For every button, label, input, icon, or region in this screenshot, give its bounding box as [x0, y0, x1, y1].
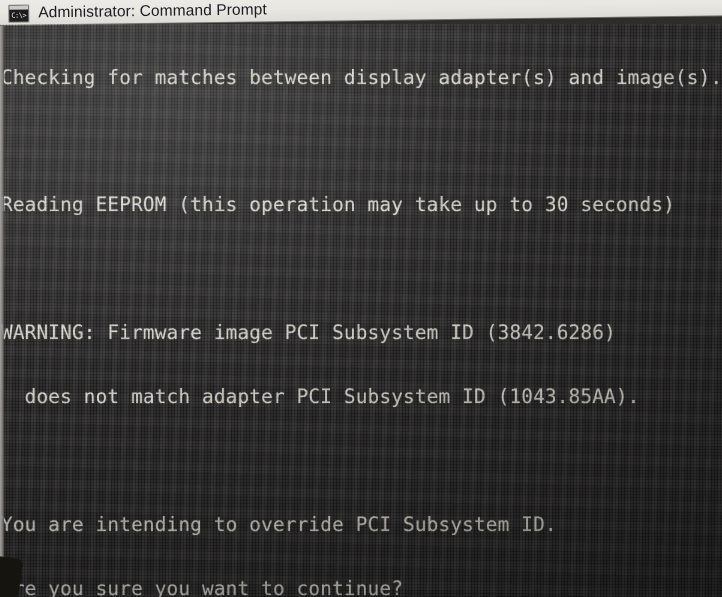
console-line: Checking for matches between display ada…: [1, 65, 722, 89]
icon-title-strip: [9, 5, 29, 10]
command-prompt-window[interactable]: Checking for matches between display ada…: [0, 24, 722, 597]
console-line: Are you sure you want to continue?: [1, 576, 404, 597]
command-prompt-icon[interactable]: C:\>: [8, 3, 30, 23]
monitor-photo: Checking for matches between display ada…: [0, 0, 722, 597]
console-line: WARNING: Firmware image PCI Subsystem ID…: [1, 321, 616, 345]
title-bar[interactable]: C:\> Administrator: Command Prompt: [0, 0, 722, 26]
window-title: Administrator: Command Prompt: [38, 0, 267, 21]
icon-prompt-glyph: C:\>: [11, 11, 27, 20]
console-output: Checking for matches between display ada…: [0, 24, 722, 597]
console-line: Reading EEPROM (this operation may take …: [1, 193, 675, 217]
console-line: does not match adapter PCI Subsystem ID …: [1, 385, 640, 409]
window-left-border: [0, 26, 4, 597]
title-bar-region: C:\> Administrator: Command Prompt: [0, 0, 722, 26]
console-line: You are intending to override PCI Subsys…: [1, 512, 557, 536]
